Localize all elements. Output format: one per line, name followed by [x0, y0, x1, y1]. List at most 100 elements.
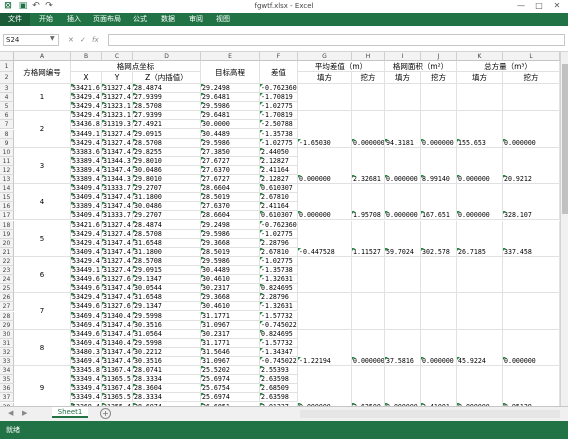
data-cell[interactable]: 53469.4 [71, 357, 102, 367]
row-header[interactable]: 15 [0, 193, 14, 203]
row-header[interactable]: 8 [0, 129, 14, 139]
data-cell[interactable]: 2.44050 [260, 147, 298, 157]
data-cell[interactable]: 31.1771 [201, 311, 260, 321]
data-cell[interactable]: -1.02775 [260, 102, 298, 112]
row-header[interactable]: 9 [0, 138, 14, 148]
data-cell[interactable]: 53349.4 [71, 375, 102, 385]
row-header[interactable]: 26 [0, 293, 14, 303]
data-cell[interactable]: 53429.4 [71, 238, 102, 248]
group-h-cell[interactable] [352, 84, 385, 112]
column-header[interactable]: C [102, 52, 133, 61]
data-cell[interactable]: 2.28796 [260, 293, 298, 303]
group-value-cell[interactable]: 2.32681 [352, 175, 385, 185]
row-header[interactable]: 23 [0, 266, 14, 276]
row-header[interactable]: 36 [0, 384, 14, 394]
data-cell[interactable]: 30.2317 [201, 329, 260, 339]
grid-id-cell[interactable]: 3 [14, 147, 71, 185]
grid-id-cell[interactable]: 7 [14, 293, 71, 330]
group-i-cell[interactable] [385, 366, 421, 406]
data-cell[interactable]: 27.6370 [201, 202, 260, 212]
group-j-cell[interactable] [421, 256, 457, 294]
data-cell[interactable]: 29.8010 [133, 156, 201, 166]
row-header[interactable]: 30 [0, 329, 14, 339]
maximize-button[interactable]: □ [533, 1, 545, 11]
data-cell[interactable]: 30.4489 [201, 266, 260, 276]
data-cell[interactable]: 53449.1 [71, 129, 102, 139]
group-value-cell[interactable]: 1.95708 [352, 211, 385, 221]
group-value-cell[interactable]: -1.22194 [298, 357, 352, 367]
data-cell[interactable]: 30.4610 [201, 302, 260, 312]
data-cell[interactable]: 53421.6 [71, 220, 102, 230]
column-header[interactable]: B [71, 52, 102, 61]
group-value-cell[interactable]: 0.000000 [385, 175, 421, 185]
data-cell[interactable]: -0.762360 [260, 84, 298, 94]
data-cell[interactable]: 29.5998 [133, 311, 201, 321]
data-cell[interactable]: 2.55393 [260, 366, 298, 376]
data-cell[interactable]: -1.57732 [260, 311, 298, 321]
data-cell[interactable]: 25.5202 [201, 366, 260, 376]
row-header[interactable]: 19 [0, 229, 14, 239]
data-cell[interactable]: 53389.4 [71, 156, 102, 166]
data-cell[interactable]: 31347.4 [102, 284, 133, 294]
data-cell[interactable]: -1.70819 [260, 111, 298, 121]
data-cell[interactable]: 2.41164 [260, 202, 298, 212]
data-cell[interactable]: 29.0915 [133, 129, 201, 139]
group-j-cell[interactable] [421, 293, 457, 330]
data-cell[interactable]: 31327.4 [102, 93, 133, 103]
column-header[interactable]: D [133, 52, 201, 61]
data-cell[interactable]: 31347.4 [102, 238, 133, 248]
row-header[interactable]: 20 [0, 238, 14, 248]
data-cell[interactable]: -1.02775 [260, 256, 298, 266]
vertical-scrollbar[interactable] [560, 52, 568, 406]
group-g-cell[interactable] [298, 256, 352, 294]
data-cell[interactable]: 53383.6 [71, 147, 102, 157]
data-cell[interactable]: 31347.4 [102, 347, 133, 357]
data-cell[interactable]: 2.67810 [260, 247, 298, 257]
data-cell[interactable]: 2.41164 [260, 165, 298, 175]
group-l-cell[interactable] [503, 84, 560, 112]
sheet-tab[interactable]: Sheet1 [52, 407, 88, 418]
data-cell[interactable]: 31347.4 [102, 247, 133, 257]
data-cell[interactable]: 30.3516 [133, 357, 201, 367]
group-l-cell[interactable] [503, 366, 560, 406]
data-cell[interactable]: 31347.4 [102, 329, 133, 339]
data-cell[interactable]: 28.4874 [133, 84, 201, 94]
data-cell[interactable]: 53469.4 [71, 311, 102, 321]
group-h-cell[interactable] [352, 366, 385, 406]
row-header[interactable]: 12 [0, 165, 14, 175]
group-i-cell[interactable] [385, 256, 421, 294]
row-header[interactable]: 2 [0, 72, 14, 84]
data-cell[interactable]: 31327.4 [102, 266, 133, 276]
data-cell[interactable]: 29.5986 [201, 229, 260, 239]
group-value-cell[interactable]: 0.000000 [503, 138, 560, 148]
data-cell[interactable]: 25.6754 [201, 384, 260, 394]
grid-id-cell[interactable]: 9 [14, 366, 71, 406]
group-value-cell[interactable]: 0.000000 [298, 211, 352, 221]
row-header[interactable]: 4 [0, 93, 14, 103]
group-value-cell[interactable]: 0.000000 [457, 175, 503, 185]
data-cell[interactable]: 28.0741 [133, 366, 201, 376]
data-cell[interactable]: 28.5708 [133, 256, 201, 266]
horizontal-scrollbar[interactable] [300, 410, 560, 418]
data-cell[interactable]: 31.0564 [133, 329, 201, 339]
group-value-cell[interactable]: 0.000000 [503, 357, 560, 367]
data-cell[interactable]: 53345.8 [71, 366, 102, 376]
data-cell[interactable]: -1.35738 [260, 129, 298, 139]
data-cell[interactable]: 29.5986 [201, 138, 260, 148]
spreadsheet-grid[interactable]: A B C D E F G H I J K L 1 2 3 4 5 6 7 8 9 10 11 12 13 14 15 16 17 18 1… [0, 52, 568, 406]
data-cell[interactable]: 31.5646 [201, 347, 260, 357]
row-header[interactable]: 10 [0, 147, 14, 157]
group-h-cell[interactable] [352, 293, 385, 330]
data-cell[interactable]: 29.3668 [201, 293, 260, 303]
data-cell[interactable]: 53409.4 [71, 193, 102, 203]
column-header[interactable]: J [421, 52, 457, 61]
grid-id-cell[interactable]: 1 [14, 84, 71, 112]
row-header[interactable]: 29 [0, 320, 14, 330]
group-value-cell[interactable]: 0.000000 [457, 211, 503, 221]
data-cell[interactable]: 25.6974 [201, 375, 260, 385]
data-cell[interactable]: 30.4489 [201, 129, 260, 139]
data-cell[interactable]: 53429.4 [71, 293, 102, 303]
grid-id-cell[interactable]: 8 [14, 329, 71, 367]
row-header[interactable]: 17 [0, 211, 14, 221]
data-cell[interactable]: 27.9399 [133, 111, 201, 121]
